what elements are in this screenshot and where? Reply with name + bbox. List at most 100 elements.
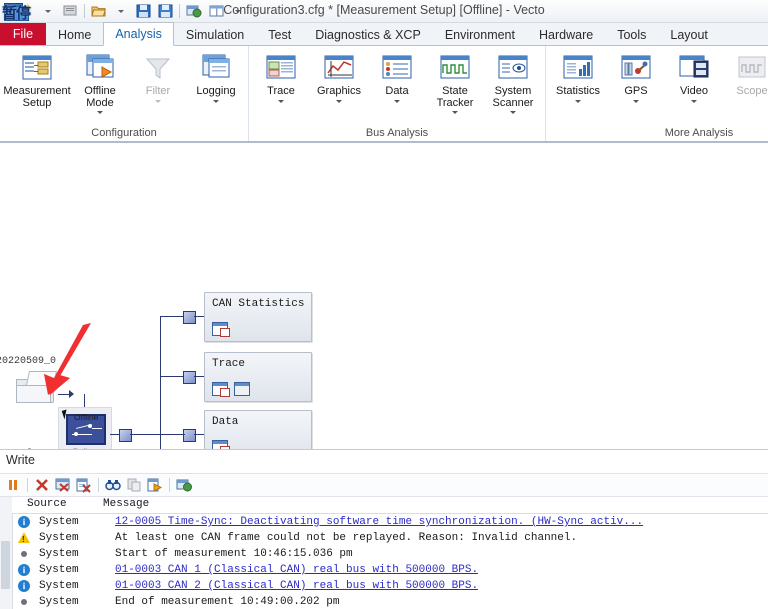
column-header-source[interactable]: Source [27,498,67,510]
chevron-down-icon[interactable] [452,111,458,114]
tab-simulation[interactable]: Simulation [174,23,256,45]
dot-icon [18,548,30,560]
ribbon-button-logging[interactable]: Logging [187,50,245,103]
row-source: System [39,516,79,528]
ribbon-label-line1: Filter [145,86,171,98]
ribbon-label-line1: Measurement [2,86,71,98]
filter-icon [141,53,175,83]
qat-customize-icon[interactable] [228,2,248,20]
video-icon [677,53,711,83]
chevron-down-icon[interactable] [510,111,516,114]
ribbon-button-scope[interactable]: Scope [723,50,768,98]
tab-environment[interactable]: Environment [433,23,527,45]
chevron-down-icon[interactable] [633,100,639,103]
row-message: Start of measurement 10:46:15.036 pm [115,548,353,560]
block-data[interactable]: Data [204,410,312,449]
ribbon-button-graphics[interactable]: Graphics [310,50,368,103]
table-row[interactable]: i System 01-0003 CAN 1 (Classical CAN) r… [12,562,768,578]
grid-scrollbar[interactable] [1,541,10,589]
qat-save-as-icon[interactable] [155,2,175,20]
ribbon-tabstrip[interactable]: File Home Analysis Simulation Test Diagn… [0,23,768,46]
table-row[interactable]: i System 01-0003 CAN 2 (Classical CAN) r… [12,578,768,594]
mode-switch-block[interactable]: Offline Online [58,407,112,449]
tab-diagnostics-xcp[interactable]: Diagnostics & XCP [303,23,433,45]
bus-port-main[interactable] [119,429,132,442]
grid-header-row: Source Message [12,497,768,514]
tab-tools[interactable]: Tools [605,23,658,45]
tab-hardware[interactable]: Hardware [527,23,605,45]
qat-open-dropdown-icon[interactable] [111,2,131,20]
qat-dropdown-1-icon[interactable] [38,2,58,20]
info-icon: i [18,516,30,528]
port-trace[interactable] [183,371,196,384]
trace-window-icon[interactable] [212,382,228,396]
qat-columns-icon[interactable] [206,2,226,20]
mode-switch-offline-label[interactable]: Offline [74,412,98,422]
write-message-grid[interactable]: Source Message i System 12-0005 Time-Syn… [0,497,768,609]
table-row[interactable]: System End of measurement 10:49:00.202 p… [12,594,768,609]
tab-analysis[interactable]: Analysis [103,22,174,46]
qat-note-icon[interactable] [60,2,80,20]
scope-icon [735,53,768,83]
block-trace[interactable]: Trace [204,352,312,402]
save-as-button[interactable] [145,476,165,494]
new-window-button[interactable] [174,476,194,494]
app-logo-icon[interactable]: ✦ 暂停 [2,1,36,21]
chevron-down-icon[interactable] [278,100,284,103]
tab-layout[interactable]: Layout [658,23,720,45]
ribbon-button-video[interactable]: Video [665,50,723,103]
ribbon-button-measurement-setup[interactable]: Measurement Setup [3,50,71,109]
tab-home[interactable]: Home [46,23,103,45]
find-button[interactable] [103,476,123,494]
tab-test[interactable]: Test [256,23,303,45]
warning-icon [18,532,30,544]
ribbon-button-gps[interactable]: GPS [607,50,665,103]
block-title: Trace [212,358,245,370]
dot-icon [18,596,30,608]
ribbon-button-state-tracker[interactable]: State Tracker [426,50,484,114]
clear-file-button[interactable] [74,476,94,494]
table-row[interactable]: System Start of measurement 10:46:15.036… [12,546,768,562]
table-row[interactable]: System At least one CAN frame could not … [12,530,768,546]
tab-file[interactable]: File [0,23,46,45]
port-can-statistics[interactable] [183,311,196,324]
row-message[interactable]: 12-0005 Time-Sync: Deactivating software… [115,516,643,528]
ribbon-group-more-analysis: Statistics GPS Video [545,46,768,141]
wire-vertical-trunk [160,316,161,449]
row-message[interactable]: 01-0003 CAN 2 (Classical CAN) real bus w… [115,580,478,592]
column-header-message[interactable]: Message [103,498,149,510]
statistics-window-icon[interactable] [212,322,228,336]
row-message[interactable]: 01-0003 CAN 1 (Classical CAN) real bus w… [115,564,478,576]
calendar-icon[interactable] [234,382,250,396]
quick-access-toolbar[interactable]: ✦ 暂停 [0,0,248,22]
ribbon-button-trace[interactable]: Trace [252,50,310,103]
ribbon-button-data[interactable]: Data [368,50,426,103]
block-title: Data [212,416,238,428]
copy-button[interactable] [124,476,144,494]
write-toolbar[interactable] [0,473,768,497]
chevron-down-icon[interactable] [97,111,103,114]
data-window-icon[interactable] [212,440,228,449]
ribbon-button-offline-mode[interactable]: Offline Mode [71,50,129,114]
ribbon-button-system-scanner[interactable]: System Scanner [484,50,542,114]
pause-button[interactable] [3,476,23,494]
ribbon-button-statistics[interactable]: Statistics [549,50,607,103]
table-row[interactable]: i System 12-0005 Time-Sync: Deactivating… [12,514,768,530]
chevron-down-icon[interactable] [155,100,161,103]
block-can-statistics[interactable]: CAN Statistics [204,292,312,342]
qat-save-icon[interactable] [133,2,153,20]
clear-button[interactable] [32,476,52,494]
chevron-down-icon[interactable] [394,100,400,103]
chevron-down-icon[interactable] [691,100,697,103]
clear-window-button[interactable] [53,476,73,494]
qat-open-icon[interactable] [89,2,109,20]
measurement-setup-canvas[interactable]: 20220509_0 Offline Online Real » CAN Sta… [0,143,768,449]
chevron-down-icon[interactable] [575,100,581,103]
chevron-down-icon[interactable] [213,100,219,103]
ribbon-group-title-more-analysis: More Analysis [549,126,768,141]
port-data[interactable] [183,429,196,442]
chevron-down-icon[interactable] [336,100,342,103]
ribbon-button-filter[interactable]: Filter [129,50,187,103]
wire-branch-can-statistics [160,316,185,317]
qat-export-icon[interactable] [184,2,204,20]
